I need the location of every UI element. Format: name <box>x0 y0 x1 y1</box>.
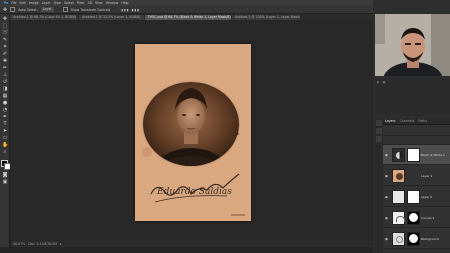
actions-panel-icon[interactable] <box>376 128 382 134</box>
ps-logo-icon[interactable]: Ps <box>4 1 8 5</box>
portrait-thumb-icon <box>396 173 403 180</box>
adjustment-thumbnail <box>392 148 405 162</box>
move-tool-icon[interactable]: ✥ <box>3 7 7 13</box>
zoom-level[interactable]: 66.67% <box>13 242 25 246</box>
move-tool-icon[interactable]: ✥ <box>2 17 8 22</box>
layer-mask-thumbnail[interactable] <box>407 148 420 162</box>
properties-panel: ◐ ▦ <box>375 78 450 116</box>
webcam-overlay <box>375 14 450 76</box>
layer-row-layer-1[interactable]: ◉ Layer 1 <box>383 166 450 186</box>
half-circle-icon <box>396 152 403 159</box>
collapsed-panels-strip <box>375 118 383 253</box>
visibility-eye-icon[interactable]: ◉ <box>385 237 388 241</box>
status-arrow-icon[interactable]: ▸ <box>60 242 62 246</box>
menu-select[interactable]: Select <box>64 1 74 5</box>
auto-select-checkbox[interactable] <box>10 7 16 12</box>
layer-thumbnail <box>392 190 405 204</box>
show-transform-checkbox[interactable] <box>62 7 68 12</box>
menu-3d[interactable]: 3D <box>88 1 92 5</box>
menu-type[interactable]: Type <box>54 1 61 5</box>
menu-image[interactable]: Image <box>29 1 39 5</box>
tools-panel: ✥ ⬚ ➰ ✎ ⌗ ✐ ✚ ✏ ⊥ ↺ ◨ ▦ ● ◔ ✒ T ➤ ▭ ✋ ⌕ … <box>0 14 11 247</box>
path-select-tool-icon[interactable]: ➤ <box>2 129 8 134</box>
mask-circle-icon <box>409 213 418 222</box>
align-icons[interactable]: ▮▮▮ ▮▮▮ <box>121 8 140 12</box>
mask-circle-icon <box>409 234 418 243</box>
layer-row-layer-0[interactable]: ◉ Layer 0 <box>383 187 450 207</box>
panel-header-icons: ◐ ▦ <box>377 80 385 84</box>
layer-name[interactable]: Curves 1 <box>421 216 434 220</box>
visibility-eye-icon[interactable]: ◉ <box>385 195 388 199</box>
lasso-tool-icon[interactable]: ➰ <box>2 31 8 36</box>
layer-mask-thumbnail[interactable] <box>407 190 420 204</box>
auto-select-label: Auto-Select: <box>18 7 38 12</box>
layer-name[interactable]: Background <box>421 237 439 241</box>
layer-row-curves[interactable]: ◉ Curves 1 <box>383 208 450 228</box>
menu-file[interactable]: File <box>11 1 16 5</box>
layer-thumbnail <box>392 169 405 183</box>
pen-tool-icon[interactable]: ✒ <box>2 115 8 120</box>
clone-stamp-tool-icon[interactable]: ⊥ <box>2 73 8 78</box>
layers-panel: Layers Channels Paths ◉ Black & White 1 … <box>383 118 450 253</box>
brush-panel-icon[interactable] <box>376 136 382 142</box>
dodge-tool-icon[interactable]: ◔ <box>2 108 8 113</box>
curves-thumbnail <box>392 211 405 225</box>
quick-mask-icon[interactable]: ◙ <box>2 173 8 178</box>
visibility-eye-icon[interactable]: ◉ <box>385 216 388 220</box>
menu-view[interactable]: View <box>95 1 103 5</box>
show-transform-label: Show Transform Controls <box>70 7 111 12</box>
eyedropper-tool-icon[interactable]: ✐ <box>2 52 8 57</box>
adjust-icon[interactable]: ◐ <box>377 80 380 84</box>
quick-select-tool-icon[interactable]: ✎ <box>2 38 8 43</box>
vintage-portrait-image: Eduardo Saldias <box>135 44 251 221</box>
blend-mode-row <box>383 136 450 145</box>
layers-panel-tabs: Layers Channels Paths <box>383 118 450 125</box>
layer-name[interactable]: Layer 0 <box>421 195 432 199</box>
menu-help[interactable]: Help <box>121 1 128 5</box>
layer-name[interactable]: Layer 1 <box>421 174 432 178</box>
healing-tool-icon[interactable]: ✚ <box>2 59 8 64</box>
menu-window[interactable]: Window <box>106 1 119 5</box>
crop-tool-icon[interactable]: ⌗ <box>2 45 8 50</box>
menu-filter[interactable]: Filter <box>77 1 85 5</box>
arch-icon <box>396 216 405 222</box>
visibility-eye-icon[interactable]: ◉ <box>385 153 388 157</box>
menu-edit[interactable]: Edit <box>20 1 26 5</box>
blur-tool-icon[interactable]: ● <box>2 101 8 106</box>
tab-channels[interactable]: Channels <box>400 119 415 123</box>
gradient-tool-icon[interactable]: ▦ <box>2 94 8 99</box>
history-brush-tool-icon[interactable]: ↺ <box>2 80 8 85</box>
layer-row-background[interactable]: ◉ Background <box>383 229 450 249</box>
layer-filter-row <box>383 125 450 136</box>
history-panel-icon[interactable] <box>376 120 382 126</box>
swatch-icon[interactable]: ▦ <box>383 80 386 84</box>
document-canvas[interactable]: Eduardo Saldias <box>135 44 251 221</box>
signature-text: Eduardo Saldias <box>156 187 232 197</box>
marquee-tool-icon[interactable]: ⬚ <box>2 24 8 29</box>
status-bar: 66.67% Doc: 2.41M/38.6M ▸ <box>10 241 373 247</box>
layer-row-black-white[interactable]: ◉ Black & White 1 <box>383 145 450 165</box>
auto-select-dropdown[interactable]: Layer <box>40 7 54 12</box>
zoom-tool-icon[interactable]: ⌕ <box>2 150 8 155</box>
options-bar: ✥ Auto-Select: Layer Show Transform Cont… <box>0 6 373 14</box>
ring-icon <box>396 236 403 243</box>
hand-tool-icon[interactable]: ✋ <box>2 143 8 148</box>
eraser-tool-icon[interactable]: ◨ <box>2 87 8 92</box>
screen-mode-icon[interactable]: ▣ <box>2 180 8 185</box>
layer-mask-thumbnail[interactable] <box>407 211 420 225</box>
menu-layer[interactable]: Layer <box>42 1 51 5</box>
shape-tool-icon[interactable]: ▭ <box>2 136 8 141</box>
presenter-video-image <box>375 14 450 76</box>
visibility-eye-icon[interactable]: ◉ <box>385 174 388 178</box>
layer-name[interactable]: Black & White 1 <box>421 153 445 157</box>
type-tool-icon[interactable]: T <box>2 122 8 127</box>
brush-tool-icon[interactable]: ✏ <box>2 66 8 71</box>
tab-paths[interactable]: Paths <box>418 119 427 123</box>
doc-size: Doc: 2.41M/38.6M <box>28 242 58 246</box>
layer-mask-thumbnail[interactable] <box>407 232 420 246</box>
layer-thumbnail <box>392 232 405 246</box>
tab-layers[interactable]: Layers <box>385 119 396 123</box>
